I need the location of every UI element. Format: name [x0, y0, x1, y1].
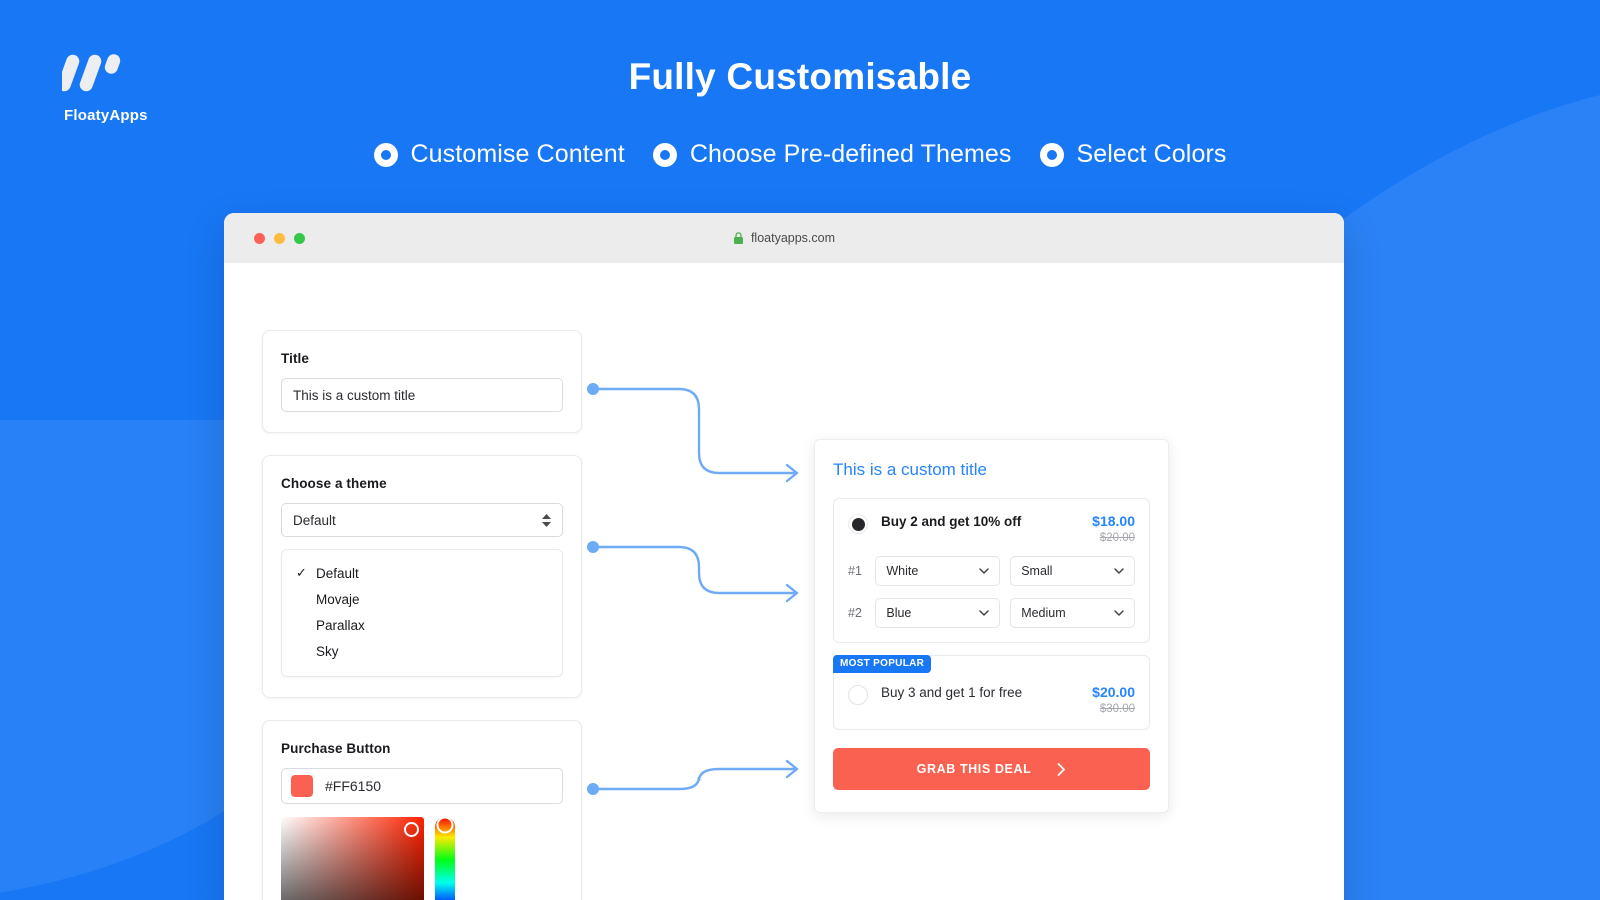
preview-title: This is a custom title	[833, 460, 987, 479]
color-swatch[interactable]	[291, 775, 313, 797]
chevron-right-icon	[1057, 762, 1066, 776]
feature-item-choose-themes[interactable]: Choose Pre-defined Themes	[652, 140, 1012, 169]
feature-list: Customise Content Choose Pre-defined The…	[0, 140, 1600, 169]
title-input[interactable]: This is a custom title	[281, 378, 563, 412]
chevron-down-icon	[979, 610, 989, 616]
feature-label: Choose Pre-defined Themes	[689, 140, 1012, 168]
feature-label: Customise Content	[410, 140, 625, 168]
offer-name: Buy 3 and get 1 for free	[881, 685, 1023, 700]
page-title: Fully Customisable	[628, 56, 972, 97]
theme-option-parallax[interactable]: ✓ Parallax	[282, 612, 562, 638]
padlock-icon	[733, 231, 743, 244]
theme-option-label: Sky	[316, 643, 339, 659]
url-text: floatyapps.com	[750, 231, 836, 245]
theme-panel: Choose a theme Default ✓ Default Movaje …	[262, 455, 582, 698]
color-handle-icon[interactable]	[404, 822, 419, 837]
feature-item-select-colors[interactable]: Select Colors	[1039, 140, 1227, 169]
brand-name: FloatyApps	[64, 107, 148, 124]
variant-size-select-2[interactable]: Medium	[1010, 598, 1136, 628]
preview-offer-1[interactable]: Buy 2 and get 10% off $18.00 $20.00 #1 W…	[833, 498, 1150, 643]
theme-select-value: Default	[293, 512, 336, 528]
radio-selected-icon	[1039, 142, 1064, 167]
color-panel: Purchase Button #FF6150	[262, 720, 582, 900]
cta-label: GRAB THIS DEAL	[916, 762, 1032, 776]
saturation-box[interactable]	[281, 817, 424, 900]
variant-number: #1	[848, 564, 862, 578]
offer-compare-price: $20.00	[1099, 532, 1135, 544]
browser-window: floatyapps.com Title This is a custom ti…	[224, 213, 1344, 900]
preview-offer-2[interactable]: MOST POPULAR Buy 3 and get 1 for free $2…	[833, 655, 1150, 730]
browser-viewport: Title This is a custom title Choose a th…	[224, 263, 1344, 900]
theme-select[interactable]: Default	[281, 503, 563, 537]
radio-inner-dot	[851, 517, 865, 531]
stepper-updown-icon	[542, 513, 551, 527]
offer-price-group: $18.00 $20.00	[1092, 513, 1135, 544]
theme-panel-label: Choose a theme	[281, 476, 387, 491]
theme-option-label: Parallax	[316, 617, 365, 633]
hex-value: #FF6150	[325, 778, 382, 794]
theme-dropdown-list: ✓ Default ✓ Movaje ✓ Parallax ✓	[281, 549, 563, 677]
editor-column: Title This is a custom title Choose a th…	[262, 263, 582, 900]
feature-item-customise-content[interactable]: Customise Content	[373, 140, 625, 169]
title-panel-label: Title	[281, 351, 310, 366]
variant-row-1: #1 White Small	[848, 556, 1136, 586]
chevron-down-icon	[1114, 568, 1124, 574]
chevron-down-icon	[1114, 610, 1124, 616]
offer-header: Buy 3 and get 1 for free $20.00 $30.00	[848, 684, 1135, 715]
hue-handle-icon[interactable]	[436, 816, 454, 834]
offer-compare-price: $30.00	[1099, 703, 1135, 715]
address-bar[interactable]: floatyapps.com	[224, 213, 1344, 263]
grab-this-deal-button[interactable]: GRAB THIS DEAL	[833, 748, 1150, 790]
color-picker	[281, 816, 563, 900]
browser-titlebar: floatyapps.com	[224, 213, 1344, 263]
theme-option-label: Default	[316, 565, 359, 581]
color-panel-label: Purchase Button	[281, 741, 391, 756]
theme-option-default[interactable]: ✓ Default	[282, 560, 562, 586]
theme-option-movaje[interactable]: ✓ Movaje	[282, 586, 562, 612]
offer-price-group: $20.00 $30.00	[1092, 684, 1135, 715]
status-badge: MOST POPULAR	[833, 655, 932, 673]
theme-option-sky[interactable]: ✓ Sky	[282, 638, 562, 664]
variant-color-select-2[interactable]: Blue	[875, 598, 1001, 628]
radio-selected-icon	[652, 142, 677, 167]
preview-card: This is a custom title Buy 2 and get 10%…	[814, 439, 1169, 813]
offer-radio-selected-icon[interactable]	[848, 514, 868, 534]
variant-size-value: Small	[1021, 564, 1053, 578]
variant-color-select-1[interactable]: White	[875, 556, 1001, 586]
offer-header: Buy 2 and get 10% off $18.00 $20.00	[848, 513, 1135, 544]
radio-selected-icon	[373, 142, 398, 167]
variant-size-select-1[interactable]: Small	[1010, 556, 1136, 586]
variant-color-value: Blue	[886, 606, 912, 620]
offer-price: $20.00	[1092, 684, 1135, 700]
offer-name: Buy 2 and get 10% off	[881, 514, 1022, 529]
check-icon: ✓	[296, 565, 307, 580]
variant-color-value: White	[886, 564, 919, 578]
variant-size-value: Medium	[1021, 606, 1066, 620]
chevron-down-icon	[979, 568, 989, 574]
variant-row-2: #2 Blue Medium	[848, 598, 1136, 628]
theme-option-label: Movaje	[316, 591, 360, 607]
hex-input-wrapper[interactable]: #FF6150	[281, 768, 563, 804]
title-panel: Title This is a custom title	[262, 330, 582, 433]
offer-price: $18.00	[1092, 513, 1135, 529]
offer-radio-unselected-icon[interactable]	[848, 685, 868, 705]
variant-number: #2	[848, 606, 862, 620]
feature-label: Select Colors	[1076, 140, 1227, 168]
hue-slider[interactable]	[435, 816, 455, 900]
page-root: FloatyApps Fully Customisable Customise …	[0, 0, 1600, 900]
